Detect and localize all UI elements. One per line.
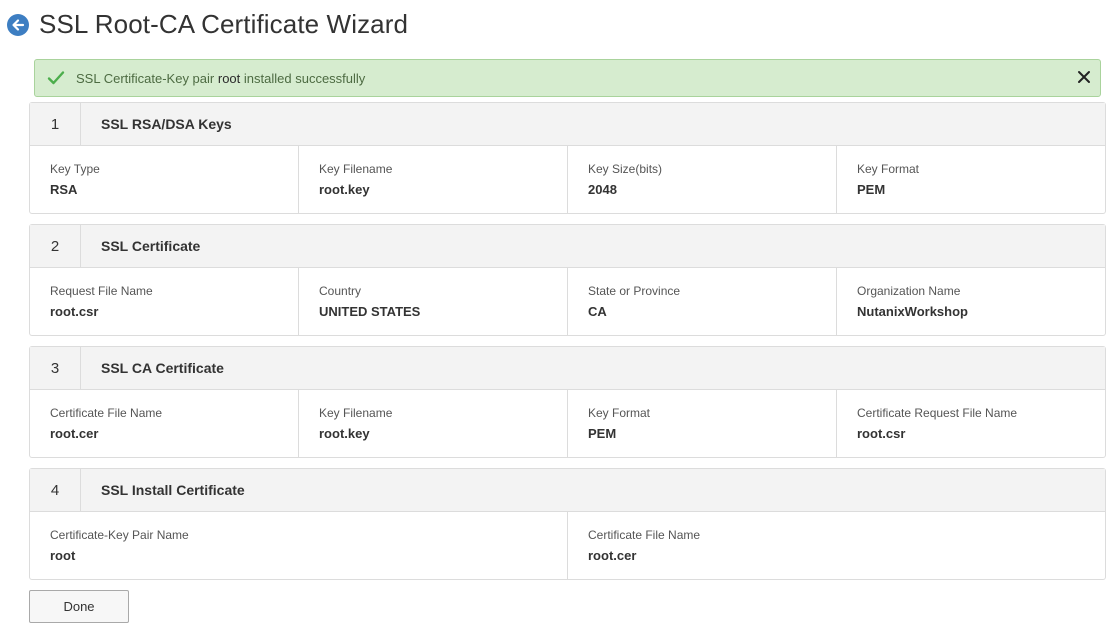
success-message-suffix: installed successfully (243, 70, 366, 86)
field-label: Organization Name (857, 284, 961, 298)
field-label: Key Type (50, 162, 100, 176)
field-certificate-file-name: Certificate File Name root.cer (30, 390, 299, 457)
field-certificate-key-pair-name: Certificate-Key Pair Name root (30, 512, 568, 579)
section-title: SSL Install Certificate (101, 482, 245, 498)
field-label: Certificate File Name (588, 528, 701, 542)
field-value: root.cer (588, 548, 637, 563)
success-message-name: root (217, 70, 241, 86)
field-label: Key Size(bits) (588, 162, 663, 176)
field-value: 2048 (588, 182, 617, 197)
section-ssl-keys: 1 SSL RSA/DSA Keys Key Type RSA Key File… (29, 102, 1106, 214)
field-value: root.cer (50, 426, 99, 441)
field-organization-name: Organization Name NutanixWorkshop (837, 268, 1105, 335)
field-request-file-name: Request File Name root.csr (30, 268, 299, 335)
field-value: PEM (857, 182, 886, 197)
section-title: SSL CA Certificate (101, 360, 224, 376)
field-key-format: Key Format PEM (837, 146, 1105, 213)
section-ssl-install-certificate: 4 SSL Install Certificate Certificate-Ke… (29, 468, 1106, 580)
field-label: Key Filename (319, 406, 393, 420)
field-value: CA (588, 304, 607, 319)
field-label: Key Filename (319, 162, 393, 176)
field-key-size: Key Size(bits) 2048 (568, 146, 837, 213)
field-label: Key Format (857, 162, 920, 176)
section-ssl-ca-certificate: 3 SSL CA Certificate Certificate File Na… (29, 346, 1106, 458)
section-number: 3 (30, 346, 81, 390)
field-value: root.csr (50, 304, 99, 319)
field-label: Certificate-Key Pair Name (50, 528, 189, 542)
section-number: 4 (30, 468, 81, 512)
back-arrow-icon[interactable] (7, 13, 29, 36)
done-button[interactable]: Done (29, 590, 129, 623)
section-header: 4 SSL Install Certificate (30, 468, 1105, 512)
success-message-prefix: SSL Certificate-Key pair (76, 70, 215, 86)
field-key-filename: Key Filename root.key (299, 146, 568, 213)
section-header: 3 SSL CA Certificate (30, 346, 1105, 390)
field-value: root (50, 548, 76, 563)
field-key-type: Key Type RSA (30, 146, 299, 213)
section-ssl-certificate: 2 SSL Certificate Request File Name root… (29, 224, 1106, 336)
field-value: PEM (588, 426, 617, 441)
close-icon[interactable] (1077, 70, 1091, 84)
success-message: SSL Certificate-Key pair root installed … (76, 71, 365, 86)
field-certificate-file-name: Certificate File Name root.cer (568, 512, 1105, 579)
field-label: State or Province (588, 284, 681, 298)
field-label: Key Format (588, 406, 651, 420)
section-header: 1 SSL RSA/DSA Keys (30, 102, 1105, 146)
field-value: root.csr (857, 426, 906, 441)
field-country: Country UNITED STATES (299, 268, 568, 335)
field-value: UNITED STATES (319, 304, 421, 319)
field-state-province: State or Province CA (568, 268, 837, 335)
success-banner: SSL Certificate-Key pair root installed … (34, 59, 1101, 97)
field-key-filename: Key Filename root.key (299, 390, 568, 457)
section-title: SSL RSA/DSA Keys (101, 116, 232, 132)
field-key-format: Key Format PEM (568, 390, 837, 457)
page-header: SSL Root-CA Certificate Wizard (7, 9, 408, 40)
field-value: root.key (319, 182, 370, 197)
field-label: Certificate File Name (50, 406, 163, 420)
section-number: 1 (30, 102, 81, 146)
field-value: root.key (319, 426, 370, 441)
checkmark-icon (47, 68, 67, 88)
field-label: Request File Name (50, 284, 153, 298)
field-value: NutanixWorkshop (857, 304, 968, 319)
page-title: SSL Root-CA Certificate Wizard (39, 9, 409, 39)
field-label: Certificate Request File Name (857, 406, 1018, 420)
field-label: Country (319, 284, 362, 298)
section-title: SSL Certificate (101, 238, 201, 254)
section-header: 2 SSL Certificate (30, 224, 1105, 268)
field-certificate-request-file-name: Certificate Request File Name root.csr (837, 390, 1105, 457)
field-value: RSA (50, 182, 78, 197)
section-number: 2 (30, 224, 81, 268)
